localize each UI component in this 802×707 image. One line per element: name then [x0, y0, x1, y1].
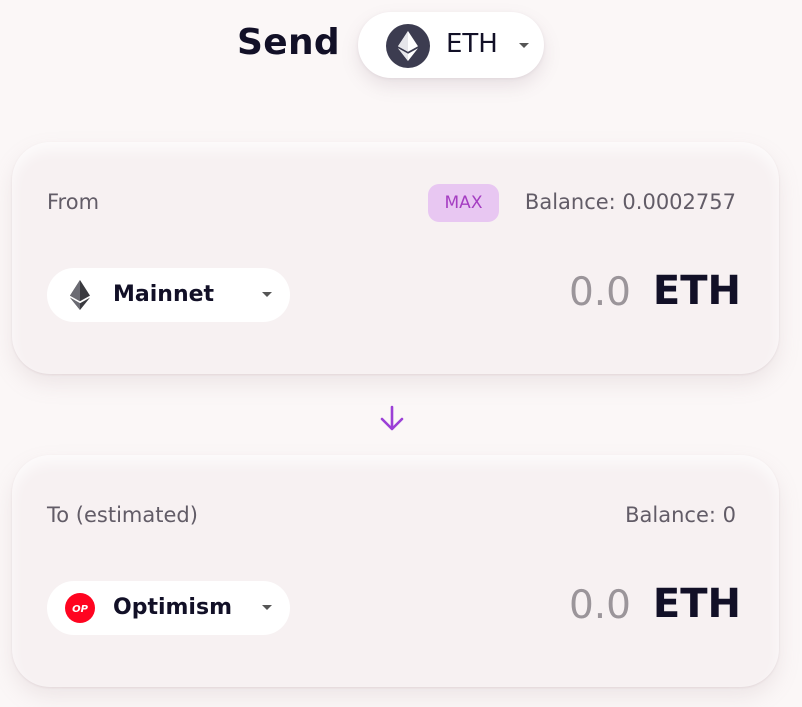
eth-icon — [386, 24, 430, 68]
to-amount: 0.0 — [568, 583, 631, 628]
from-currency: ETH — [652, 268, 741, 314]
from-network-name: Mainnet — [113, 282, 215, 307]
chevron-down-icon — [519, 43, 529, 48]
token-symbol: ETH — [446, 29, 498, 59]
from-balance: Balance: 0.0002757 — [524, 190, 736, 214]
page-header: Send ETH — [0, 10, 802, 78]
to-balance: Balance: 0 — [625, 503, 736, 527]
chevron-down-icon — [262, 292, 272, 297]
svg-text:OP: OP — [72, 604, 89, 615]
from-network-selector[interactable]: Mainnet — [47, 268, 290, 322]
eth-icon — [65, 280, 95, 310]
max-button[interactable]: MAX — [428, 184, 499, 222]
to-currency: ETH — [652, 581, 741, 627]
token-selector[interactable]: ETH — [358, 12, 544, 78]
to-label: To (estimated) — [47, 503, 198, 527]
from-label: From — [47, 190, 100, 214]
to-card: To (estimated) Balance: 0 OP Optimism 0.… — [12, 455, 779, 687]
to-network-name: Optimism — [113, 595, 232, 620]
optimism-icon: OP — [65, 593, 95, 623]
chevron-down-icon — [262, 605, 272, 610]
page-title: Send — [237, 22, 340, 63]
arrow-down-icon[interactable] — [378, 404, 406, 434]
from-card: From MAX Balance: 0.0002757 Mainnet 0.0 … — [12, 142, 779, 374]
to-network-selector[interactable]: OP Optimism — [47, 581, 290, 635]
from-amount-input[interactable]: 0.0 — [569, 270, 631, 315]
